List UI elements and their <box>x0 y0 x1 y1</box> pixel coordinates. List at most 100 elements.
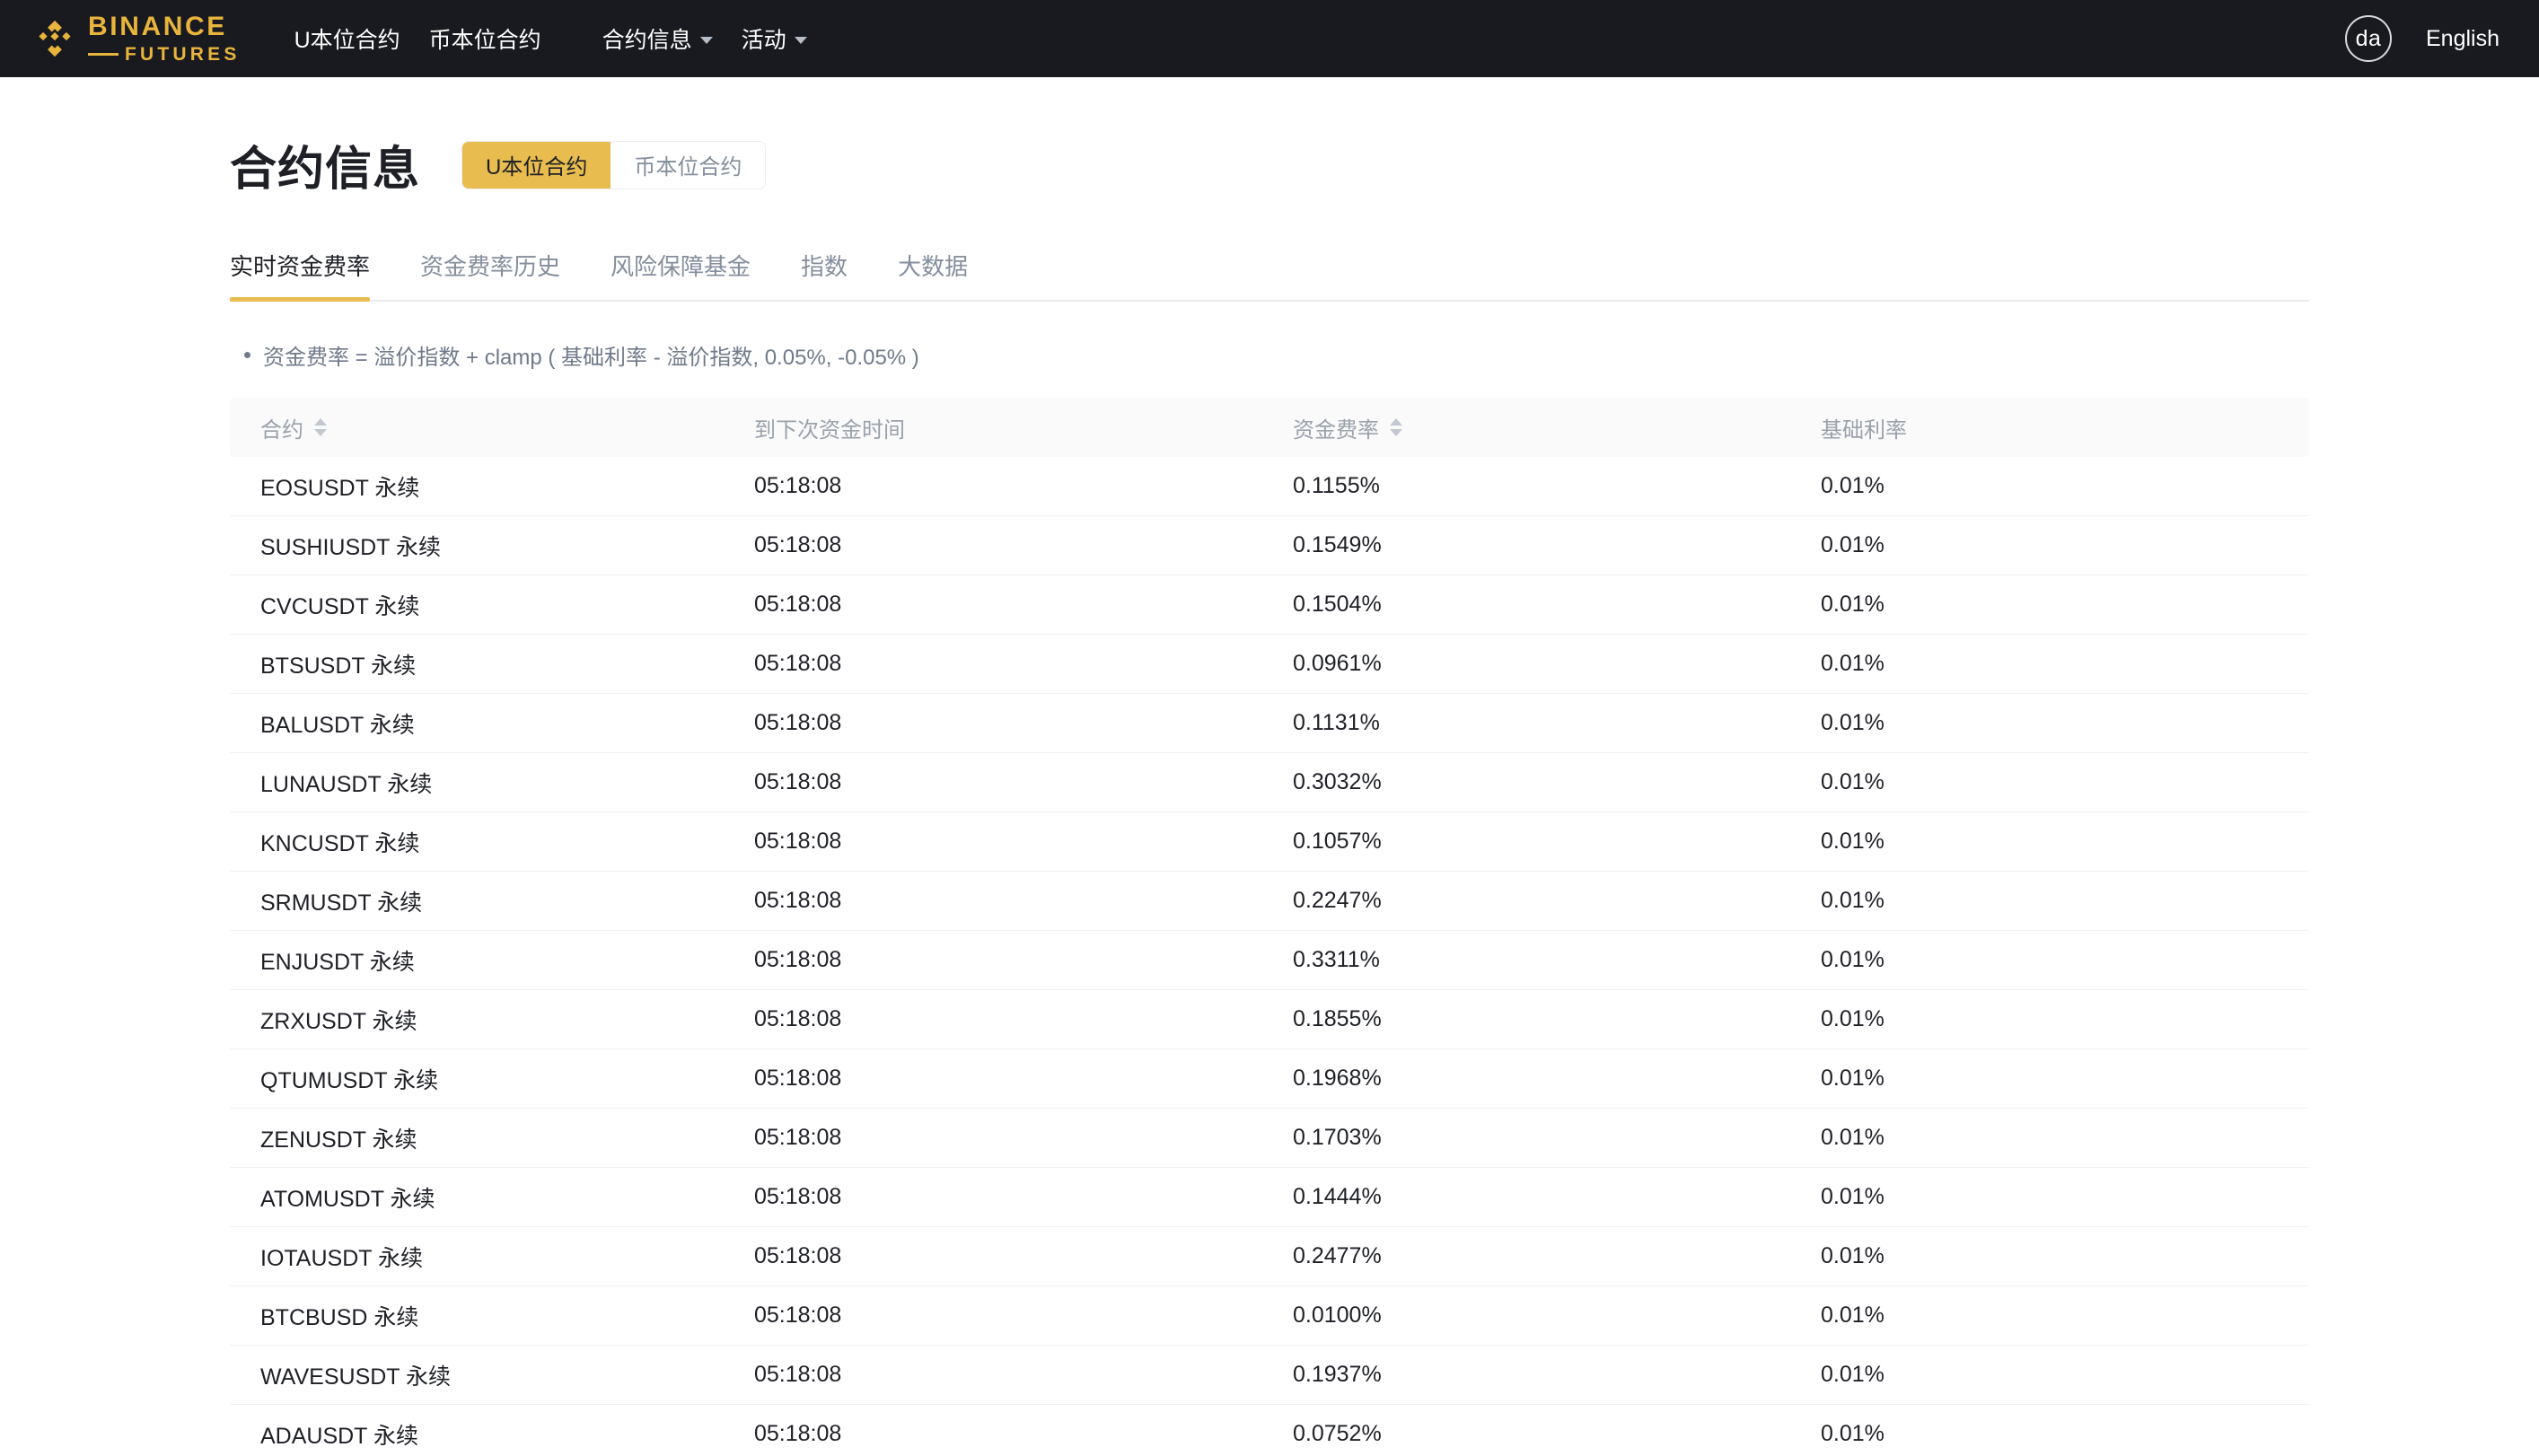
cell-base-rate: 0.01% <box>1821 1421 1884 1446</box>
cell-next-funding-time: 05:18:08 <box>754 769 842 794</box>
cell-next-funding-time: 05:18:08 <box>754 947 842 972</box>
cell-base-rate: 0.01% <box>1821 769 1884 794</box>
table-row[interactable]: ATOMUSDT 永续 05:18:08 0.1444% 0.01% <box>230 1168 2309 1227</box>
cell-contract: ATOMUSDT 永续 <box>260 1186 435 1212</box>
tab-big-data[interactable]: 大数据 <box>898 249 968 300</box>
cell-base-rate: 0.01% <box>1821 592 1884 617</box>
cell-next-funding-time: 05:18:08 <box>754 532 842 557</box>
nav-item-usd-m[interactable]: U本位合约 <box>280 22 415 55</box>
column-header-base-rate: 基础利率 <box>1821 412 2309 443</box>
nav-right-group: da English <box>2345 15 2499 62</box>
cell-base-rate: 0.01% <box>1821 829 1884 854</box>
chevron-down-icon <box>699 37 713 44</box>
cell-next-funding-time: 05:18:08 <box>754 1066 842 1091</box>
table-body: EOSUSDT 永续 05:18:08 0.1155% 0.01% SUSHIUSDT … <box>230 457 2309 1456</box>
language-selector[interactable]: English <box>2426 26 2499 52</box>
cell-base-rate: 0.01% <box>1821 651 1884 676</box>
nav-item-coin-m[interactable]: 币本位合约 <box>415 22 556 55</box>
section-tabs: 实时资金费率 资金费率历史 风险保障基金 指数 大数据 <box>230 249 2309 302</box>
cell-next-funding-time: 05:18:08 <box>754 473 842 498</box>
tab-insurance-fund[interactable]: 风险保障基金 <box>611 249 751 300</box>
logo-divider <box>88 53 119 56</box>
note-text: 资金费率 = 溢价指数 + clamp ( 基础利率 - 溢价指数, 0.05%… <box>263 346 919 370</box>
cell-funding-rate: 0.1444% <box>1293 1184 1382 1209</box>
nav-item-label: 活动 <box>741 28 786 53</box>
table-row[interactable]: ENJUSDT 永续 05:18:08 0.3311% 0.01% <box>230 931 2309 990</box>
cell-contract: EOSUSDT 永续 <box>260 475 420 501</box>
cell-base-rate: 0.01% <box>1821 1303 1884 1328</box>
cell-next-funding-time: 05:18:08 <box>754 1303 842 1328</box>
top-navbar: BINANCE FUTURES U本位合约 币本位合约 合约信息 活动 da E… <box>0 0 2539 77</box>
column-header-funding-rate[interactable]: 资金费率 <box>1293 412 1821 443</box>
cell-contract: BTCBUSD 永续 <box>260 1304 419 1330</box>
bullet-icon <box>244 352 250 358</box>
cell-contract: LUNAUSDT 永续 <box>260 771 433 797</box>
cell-next-funding-time: 05:18:08 <box>754 1243 842 1268</box>
nav-item-label: 合约信息 <box>602 28 692 53</box>
cell-base-rate: 0.01% <box>1821 947 1884 972</box>
binance-futures-logo[interactable]: BINANCE FUTURES <box>34 13 241 64</box>
table-row[interactable]: BALUSDT 永续 05:18:08 0.1131% 0.01% <box>230 694 2309 753</box>
cell-contract: WAVESUSDT 永续 <box>260 1364 452 1390</box>
cell-contract: ENJUSDT 永续 <box>260 949 415 975</box>
table-row[interactable]: BTCBUSD 永续 05:18:08 0.0100% 0.01% <box>230 1286 2309 1346</box>
sort-descending-icon <box>1390 429 1402 436</box>
table-row[interactable]: IOTAUSDT 永续 05:18:08 0.2477% 0.01% <box>230 1227 2309 1286</box>
table-row[interactable]: LUNAUSDT 永续 05:18:08 0.3032% 0.01% <box>230 753 2309 812</box>
cell-base-rate: 0.01% <box>1821 888 1884 913</box>
cell-contract: QTUMUSDT 永续 <box>260 1067 439 1093</box>
cell-next-funding-time: 05:18:08 <box>754 888 842 913</box>
cell-base-rate: 0.01% <box>1821 710 1884 735</box>
cell-contract: SRMUSDT 永续 <box>260 890 423 916</box>
page-header: 合约信息 U本位合约 币本位合约 <box>230 77 2309 198</box>
cell-base-rate: 0.01% <box>1821 473 1884 498</box>
table-row[interactable]: SRMUSDT 永续 05:18:08 0.2247% 0.01% <box>230 872 2309 931</box>
cell-funding-rate: 0.1549% <box>1293 532 1382 557</box>
cell-funding-rate: 0.3311% <box>1293 947 1380 972</box>
cell-base-rate: 0.01% <box>1821 1362 1884 1387</box>
column-header-label: 合约 <box>260 417 303 443</box>
cell-base-rate: 0.01% <box>1821 1184 1884 1209</box>
tab-index[interactable]: 指数 <box>801 249 848 300</box>
chevron-down-icon <box>794 37 807 44</box>
table-row[interactable]: ZRXUSDT 永续 05:18:08 0.1855% 0.01% <box>230 990 2309 1049</box>
table-row[interactable]: EOSUSDT 永续 05:18:08 0.1155% 0.01% <box>230 457 2309 516</box>
table-row[interactable]: BTSUSDT 永续 05:18:08 0.0961% 0.01% <box>230 635 2309 694</box>
table-row[interactable]: WAVESUSDT 永续 05:18:08 0.1937% 0.01% <box>230 1346 2309 1405</box>
toggle-coin-m-contracts[interactable]: 币本位合约 <box>611 141 766 189</box>
funding-rate-formula-note: 资金费率 = 溢价指数 + clamp ( 基础利率 - 溢价指数, 0.05%… <box>244 339 2309 371</box>
sort-icon[interactable] <box>1390 418 1402 436</box>
cell-funding-rate: 0.0100% <box>1293 1303 1382 1328</box>
column-header-label: 资金费率 <box>1293 417 1379 443</box>
avatar[interactable]: da <box>2345 15 2392 62</box>
cell-contract: IOTAUSDT 永续 <box>260 1245 424 1271</box>
cell-funding-rate: 0.2477% <box>1293 1243 1382 1268</box>
cell-contract: CVCUSDT 永续 <box>260 593 420 619</box>
contract-type-toggle: U本位合约 币本位合约 <box>461 140 767 189</box>
cell-base-rate: 0.01% <box>1821 1125 1884 1150</box>
cell-next-funding-time: 05:18:08 <box>754 651 842 676</box>
cell-base-rate: 0.01% <box>1821 1243 1884 1268</box>
binance-diamond-icon <box>34 18 75 59</box>
column-header-contract[interactable]: 合约 <box>230 412 754 443</box>
tab-realtime-funding-rate[interactable]: 实时资金费率 <box>230 249 371 302</box>
toggle-usd-m-contracts[interactable]: U本位合约 <box>462 141 611 189</box>
cell-funding-rate: 0.1057% <box>1293 829 1382 854</box>
table-header-row: 合约 到下次资金时间 资金费率 基础利率 <box>230 398 2309 457</box>
cell-next-funding-time: 05:18:08 <box>754 1421 842 1446</box>
table-row[interactable]: ADAUSDT 永续 05:18:08 0.0752% 0.01% <box>230 1405 2309 1456</box>
table-row[interactable]: SUSHIUSDT 永续 05:18:08 0.1549% 0.01% <box>230 516 2309 575</box>
cell-next-funding-time: 05:18:08 <box>754 1362 842 1387</box>
sort-icon[interactable] <box>314 418 327 436</box>
cell-contract: BALUSDT 永续 <box>260 712 415 738</box>
nav-item-activity[interactable]: 活动 <box>727 22 821 55</box>
cell-funding-rate: 0.3032% <box>1293 769 1382 794</box>
cell-contract: KNCUSDT 永续 <box>260 830 420 856</box>
table-row[interactable]: CVCUSDT 永续 05:18:08 0.1504% 0.01% <box>230 575 2309 635</box>
tab-funding-rate-history[interactable]: 资金费率历史 <box>420 249 560 300</box>
nav-item-contract-info[interactable]: 合约信息 <box>588 22 727 55</box>
table-row[interactable]: QTUMUSDT 永续 05:18:08 0.1968% 0.01% <box>230 1049 2309 1109</box>
table-row[interactable]: KNCUSDT 永续 05:18:08 0.1057% 0.01% <box>230 812 2309 872</box>
sort-ascending-icon <box>1390 418 1402 425</box>
table-row[interactable]: ZENUSDT 永续 05:18:08 0.1703% 0.01% <box>230 1109 2309 1168</box>
